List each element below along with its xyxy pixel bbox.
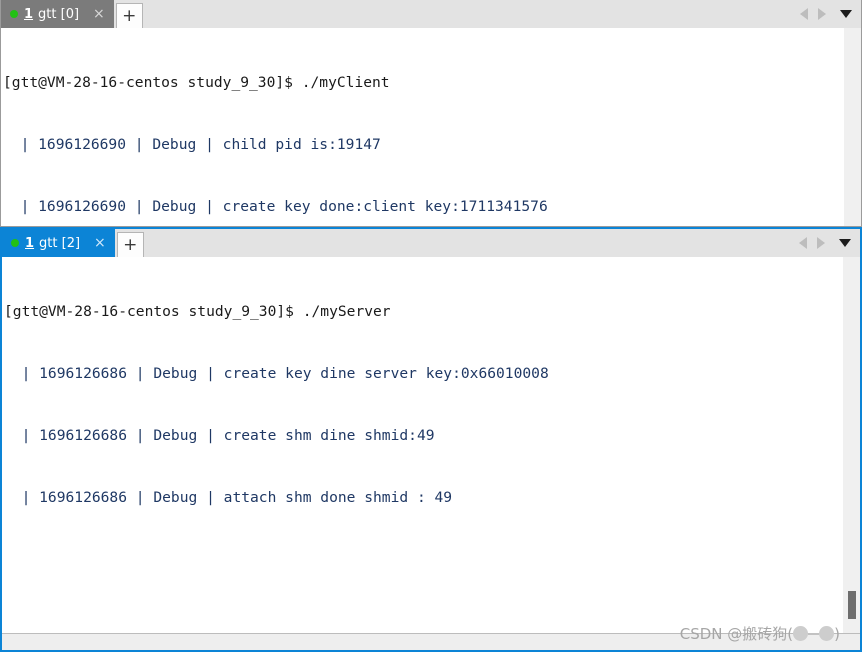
tab-gtt-2[interactable]: 1 gtt [2] × <box>2 229 115 257</box>
terminal-window-server: 1 gtt [2] × + [gtt@VM-28-16-centos study_… <box>0 227 862 652</box>
chevron-down-icon[interactable] <box>840 10 852 18</box>
chevron-left-icon[interactable] <box>800 8 808 20</box>
terminal-output-client[interactable]: [gtt@VM-28-16-centos study_9_30]$ ./myCl… <box>1 28 844 226</box>
scrollbar-thumb[interactable] <box>848 591 856 619</box>
tab-number: 1 <box>25 235 35 251</box>
terminal-app-root: 1 gtt [0] × + [gtt@VM-28-16-centos study_… <box>0 0 862 652</box>
watermark-text: CSDN @搬砖狗( <box>679 625 794 643</box>
terminal-output-server[interactable]: [gtt@VM-28-16-centos study_9_30]$ ./mySe… <box>2 257 843 633</box>
tab-gtt-0[interactable]: 1 gtt [0] × <box>1 0 114 28</box>
watermark-eye-left-icon <box>793 626 809 641</box>
vertical-scrollbar-client[interactable] <box>844 28 861 226</box>
new-tab-button[interactable]: + <box>116 232 144 257</box>
terminal-line: | 1696126690 | Debug | create key done:c… <box>3 197 548 215</box>
new-tab-button[interactable]: + <box>115 3 143 28</box>
close-icon[interactable]: × <box>86 236 108 250</box>
tab-title: gtt [0] <box>38 6 80 22</box>
terminal-line: [gtt@VM-28-16-centos study_9_30]$ ./mySe… <box>4 303 391 321</box>
terminal-line: | 1696126686 | Debug | create key dine s… <box>4 364 549 382</box>
watermark-suffix: ) <box>834 624 840 643</box>
chevron-down-icon[interactable] <box>839 239 851 247</box>
close-icon[interactable]: × <box>85 7 107 21</box>
terminal-line: [gtt@VM-28-16-centos study_9_30]$ ./myCl… <box>3 74 390 92</box>
tab-status-dot-icon <box>11 239 19 247</box>
tab-number: 1 <box>24 6 34 22</box>
tab-label-server: 1 gtt [2] <box>25 236 80 251</box>
vertical-scrollbar-server[interactable] <box>843 257 860 633</box>
tab-nav-controls-client <box>800 0 861 28</box>
terminal-line: | 1696126686 | Debug | create shm dine s… <box>4 426 435 444</box>
terminal-window-client: 1 gtt [0] × + [gtt@VM-28-16-centos study_… <box>0 0 862 227</box>
tab-label-client: 1 gtt [0] <box>24 7 79 22</box>
chevron-right-icon[interactable] <box>817 237 825 249</box>
tabbar-client: 1 gtt [0] × + <box>1 0 861 28</box>
watermark-eye-right-icon <box>819 626 835 641</box>
terminal-line: | 1696126690 | Debug | child pid is:1914… <box>3 135 381 153</box>
csdn-watermark: CSDN @搬砖狗( ) <box>680 623 840 644</box>
tab-status-dot-icon <box>10 10 18 18</box>
terminal-body-client: [gtt@VM-28-16-centos study_9_30]$ ./myCl… <box>1 28 861 226</box>
chevron-left-icon[interactable] <box>799 237 807 249</box>
watermark-mouth-icon <box>808 632 820 635</box>
terminal-body-server: [gtt@VM-28-16-centos study_9_30]$ ./mySe… <box>2 257 860 633</box>
chevron-right-icon[interactable] <box>818 8 826 20</box>
watermark-face-icon <box>793 626 835 641</box>
terminal-line: | 1696126686 | Debug | attach shm done s… <box>4 488 453 506</box>
tab-nav-controls-server <box>799 229 860 257</box>
tab-title: gtt [2] <box>39 235 81 251</box>
tabbar-server: 1 gtt [2] × + <box>2 229 860 257</box>
